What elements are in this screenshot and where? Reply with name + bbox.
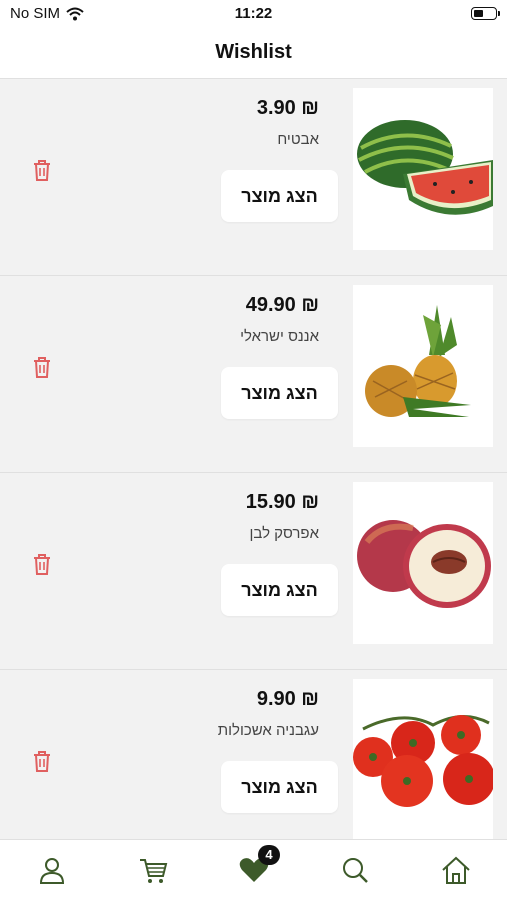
tab-wishlist[interactable]: 4 bbox=[238, 845, 280, 886]
view-product-button[interactable]: הצג מוצר bbox=[221, 367, 338, 419]
trash-icon[interactable] bbox=[31, 552, 53, 576]
tab-home[interactable] bbox=[440, 854, 472, 886]
wishlist-item: 3.90 ₪ אבטיח הצג מוצר bbox=[0, 79, 507, 276]
user-icon bbox=[39, 858, 65, 884]
product-name: עגבניה אשכולות bbox=[217, 722, 319, 739]
search-icon bbox=[343, 858, 368, 883]
tab-search[interactable] bbox=[339, 854, 371, 886]
product-price: 49.90 ₪ bbox=[245, 294, 319, 316]
product-price: 15.90 ₪ bbox=[245, 491, 319, 513]
battery-icon bbox=[471, 7, 500, 20]
product-price: 9.90 ₪ bbox=[256, 688, 319, 710]
product-image-tomatoes[interactable] bbox=[353, 679, 493, 841]
wishlist-list: 3.90 ₪ אבטיח הצג מוצר 49.90 ₪ אננס ישראל… bbox=[0, 79, 507, 850]
status-bar: No SIM 11:22 bbox=[0, 0, 507, 30]
wishlist-item: 9.90 ₪ עגבניה אשכולות הצג מוצר bbox=[0, 670, 507, 850]
product-price: 3.90 ₪ bbox=[256, 97, 319, 119]
home-icon bbox=[442, 856, 470, 884]
product-image-peach[interactable] bbox=[353, 482, 493, 644]
view-product-button[interactable]: הצג מוצר bbox=[221, 761, 338, 813]
product-name: אננס ישראלי bbox=[240, 328, 319, 345]
view-product-button[interactable]: הצג מוצר bbox=[221, 170, 338, 222]
tab-bar: 4 bbox=[0, 839, 507, 900]
clock: 11:22 bbox=[234, 5, 273, 22]
page-title: Wishlist bbox=[215, 41, 292, 63]
product-image-pineapple[interactable] bbox=[353, 285, 493, 447]
trash-icon[interactable] bbox=[31, 749, 53, 773]
trash-icon[interactable] bbox=[31, 158, 53, 182]
tab-profile[interactable] bbox=[36, 854, 68, 886]
product-image-watermelon[interactable] bbox=[353, 88, 493, 250]
wishlist-item: 15.90 ₪ אפרסק לבן הצג מוצר bbox=[0, 473, 507, 670]
tab-cart[interactable] bbox=[137, 854, 169, 886]
wishlist-count-badge: 4 bbox=[258, 845, 280, 865]
wishlist-item: 49.90 ₪ אננס ישראלי הצג מוצר bbox=[0, 276, 507, 473]
product-name: אפרסק לבן bbox=[249, 525, 320, 542]
cart-icon bbox=[140, 859, 168, 883]
product-name: אבטיח bbox=[277, 131, 319, 148]
view-product-button[interactable]: הצג מוצר bbox=[221, 564, 338, 616]
page-header: Wishlist bbox=[0, 30, 507, 79]
trash-icon[interactable] bbox=[31, 355, 53, 379]
